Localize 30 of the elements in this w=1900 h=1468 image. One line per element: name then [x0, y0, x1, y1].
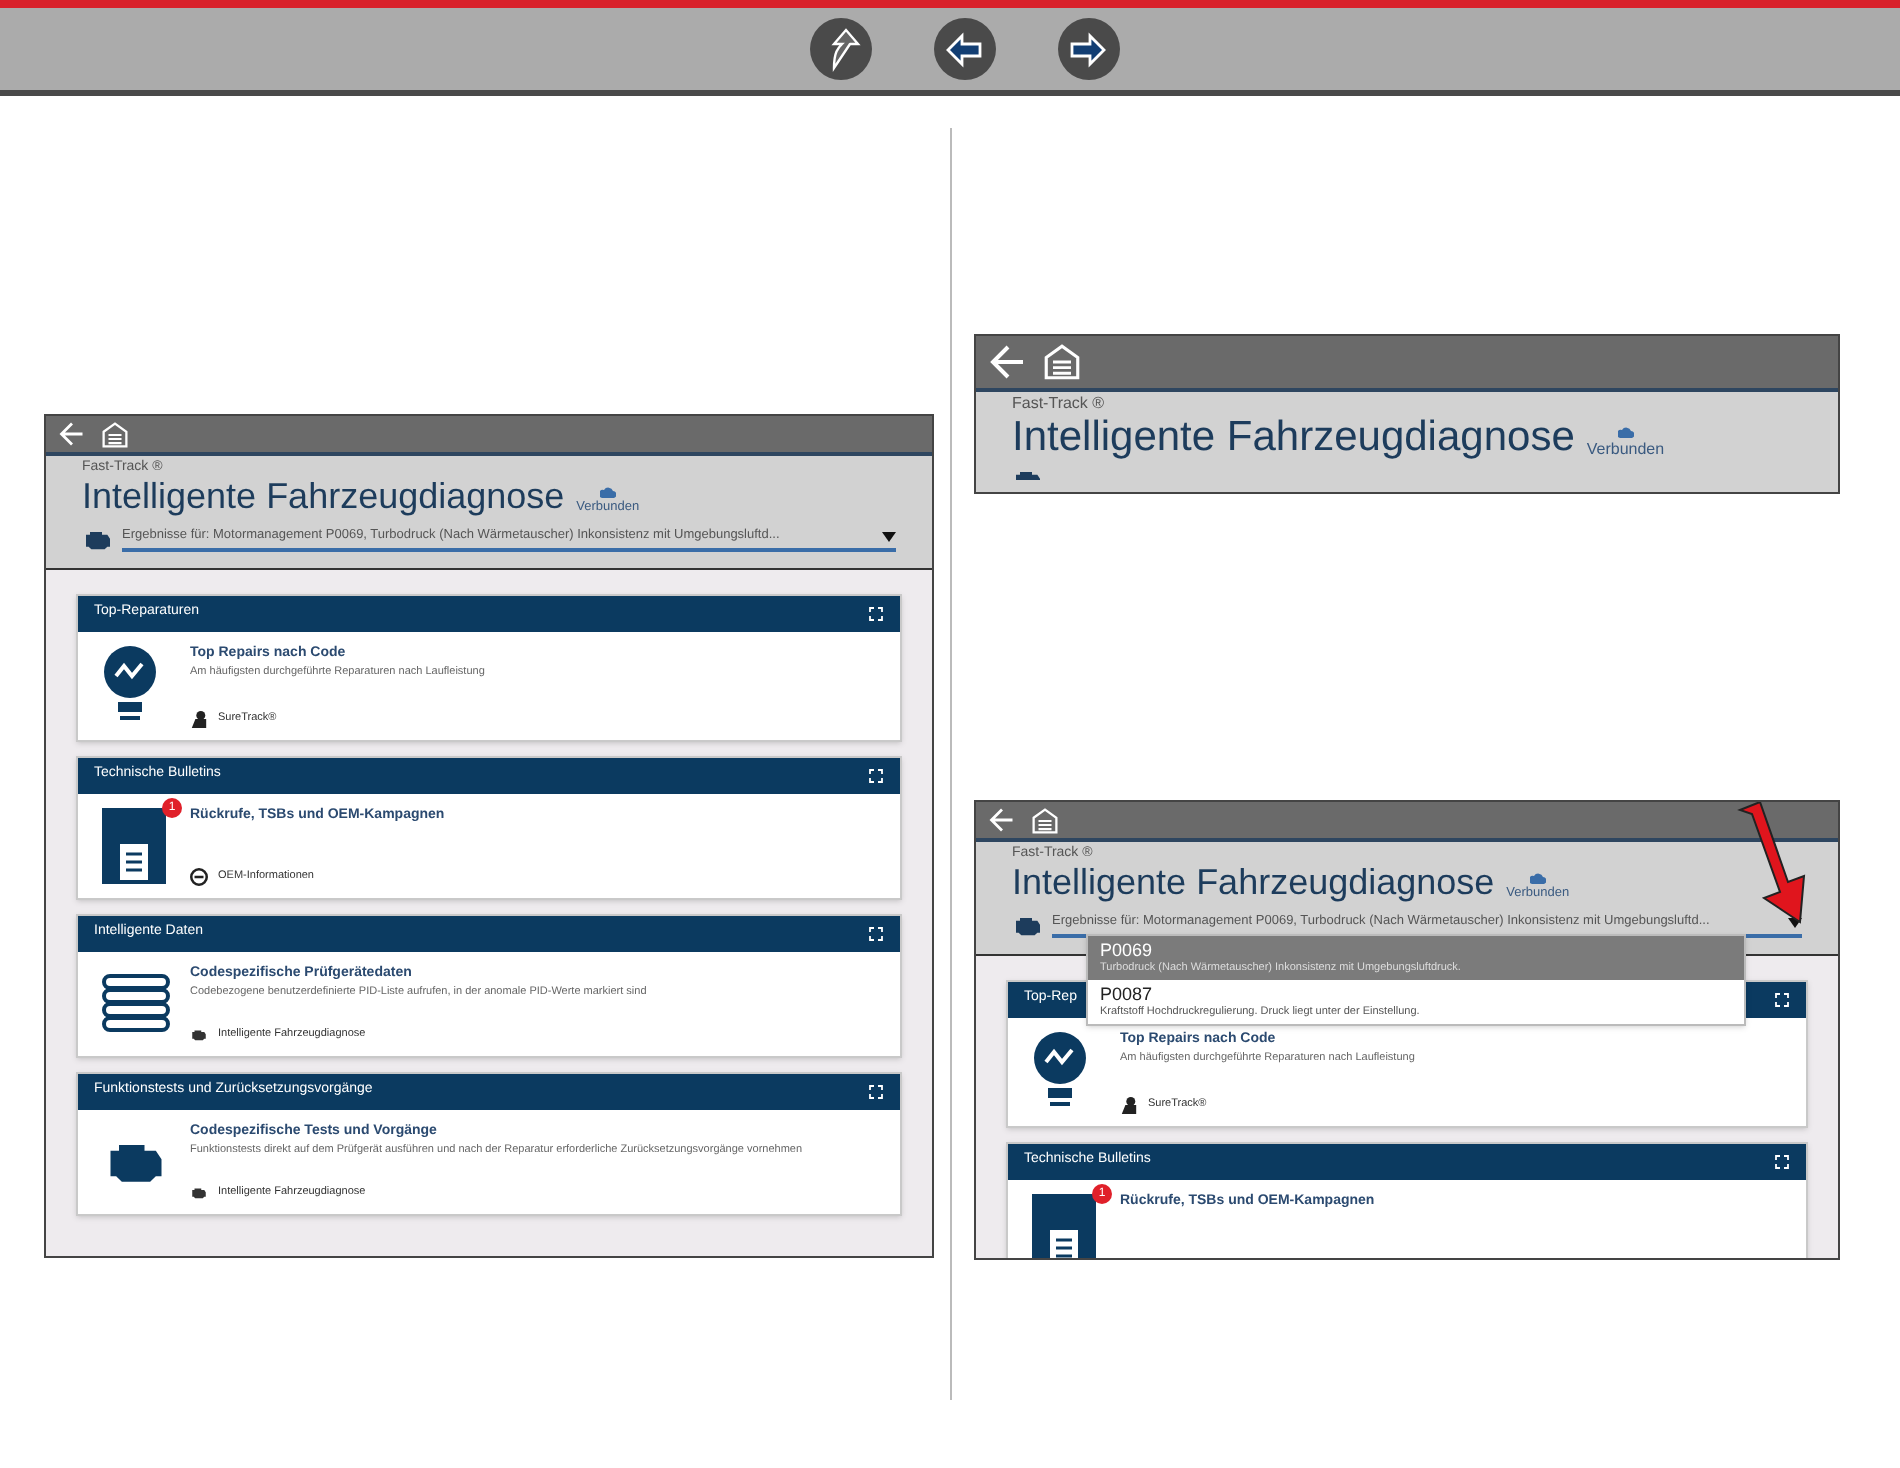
back-arrow-icon[interactable] — [58, 420, 86, 448]
app-title: Intelligente Fahrzeugdiagnose — [82, 474, 565, 519]
engine-icon — [190, 1025, 208, 1043]
back-arrow-icon[interactable] — [988, 342, 1028, 382]
connection-status: Verbunden — [1586, 438, 1665, 463]
tsb-document-icon — [102, 807, 166, 883]
expand-icon[interactable] — [1774, 991, 1790, 1007]
app-subtitle: Fast-Track ® — [1012, 396, 1107, 412]
up-button[interactable] — [809, 18, 871, 80]
engine-icon — [190, 1183, 208, 1201]
cloud-check-icon — [1617, 426, 1634, 439]
app-title: Intelligente Fahrzeugdiagnose — [1012, 412, 1575, 464]
garage-home-icon[interactable] — [1032, 807, 1058, 833]
cloud-check-icon — [599, 485, 616, 498]
back-arrow-icon[interactable] — [988, 806, 1016, 834]
forward-button[interactable] — [1057, 18, 1119, 80]
cloud-check-icon — [1529, 871, 1546, 884]
expand-icon[interactable] — [868, 767, 884, 783]
person-icon — [1120, 1095, 1138, 1113]
app-title: Intelligente Fahrzeugdiagnose — [1012, 860, 1495, 905]
person-icon — [190, 709, 208, 727]
list-rows-icon — [102, 973, 170, 1033]
expand-icon[interactable] — [868, 1083, 884, 1099]
garage-home-icon[interactable] — [1044, 344, 1080, 380]
garage-home-icon[interactable] — [102, 421, 128, 447]
caret-icon[interactable] — [882, 531, 896, 541]
expand-icon[interactable] — [868, 925, 884, 941]
back-button[interactable] — [933, 18, 995, 80]
expand-icon[interactable] — [1774, 1153, 1790, 1169]
expand-icon[interactable] — [868, 605, 884, 621]
